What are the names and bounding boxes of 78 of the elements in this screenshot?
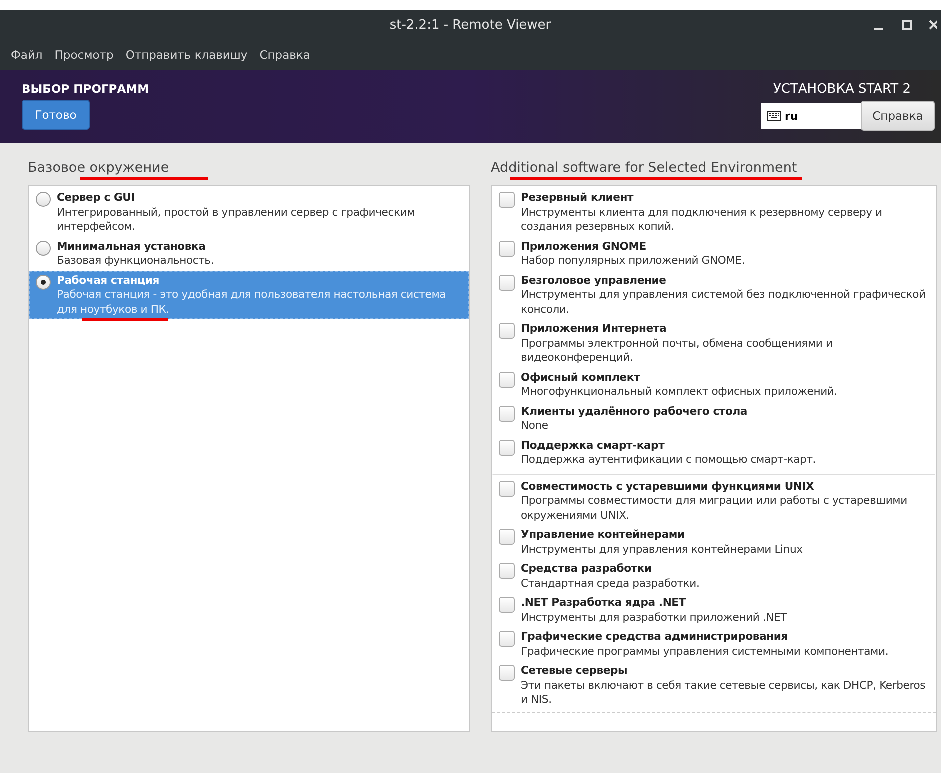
software-option[interactable]: Безголовое управление Инструменты для управления системой без подключенной графической консоли. bbox=[492, 270, 936, 319]
option-name: Приложения Интернета bbox=[521, 321, 668, 336]
checkbox[interactable] bbox=[499, 440, 515, 456]
maximize-icon[interactable] bbox=[901, 19, 913, 31]
keyboard-layout-field[interactable]: ru bbox=[761, 103, 861, 129]
option-name: Графические средства администрирования bbox=[521, 629, 789, 644]
option-description: Стандартная среда разработки. bbox=[521, 576, 700, 591]
menu-item[interactable]: Просмотр bbox=[54, 46, 115, 64]
section-heading: Базовое окружение bbox=[28, 160, 170, 176]
option-name: Офисный комплект bbox=[521, 370, 642, 385]
software-option[interactable]: Клиенты удалённого рабочего стола None bbox=[492, 402, 936, 436]
software-option[interactable]: Управление контейнерами Инструменты для управления контейнерами Linux bbox=[492, 525, 936, 559]
option-description: Инструменты для управления контейнерами Linux bbox=[521, 542, 803, 557]
radio-button[interactable] bbox=[36, 192, 51, 207]
software-option[interactable]: Поддержка смарт-карт Поддержка аутентификации с помощью смарт-карт. bbox=[492, 436, 936, 470]
software-option[interactable]: Резервный клиент Инструменты клиента для подключения к резервному серверу и создания резервных копий. bbox=[492, 188, 936, 236]
section-heading: Additional software for Selected Environment bbox=[491, 160, 798, 176]
software-option[interactable]: Офисный комплект Многофункциональный комплект офисных приложений. bbox=[492, 368, 936, 402]
option-name: Клиенты удалённого рабочего стола bbox=[521, 404, 748, 419]
option-name: .NET Разработка ядра .NET bbox=[521, 595, 688, 610]
checkbox[interactable] bbox=[499, 563, 515, 579]
option-description: Программы совместимости для миграции или работы с устаревшими окружениями UNIX. bbox=[521, 494, 908, 523]
done-button[interactable]: Готово bbox=[22, 100, 90, 130]
checkbox[interactable] bbox=[499, 529, 515, 545]
option-description: Программы электронной почты, обмена сообщениями и видеоконференций. bbox=[521, 336, 834, 366]
option-name: Приложения GNOME bbox=[521, 238, 648, 254]
keyboard-icon bbox=[767, 111, 781, 121]
option-description: Инструменты клиента для подключения к резервному серверу и создания резервных копий. bbox=[521, 206, 884, 234]
option-name: Минимальная установка bbox=[57, 238, 207, 254]
option-description: Интегрированный, простой в управлении сервер с графическим интерфейсом. bbox=[57, 206, 416, 234]
option-description: Инструменты для управления системой без подключенной графической консоли. bbox=[521, 288, 927, 317]
software-option[interactable]: Графические средства администрирования Графические программы управления системными компонентами. bbox=[492, 627, 936, 661]
option-name: Рабочая станция bbox=[57, 272, 160, 288]
checkbox[interactable] bbox=[499, 372, 515, 388]
option-name: Безголовое управление bbox=[521, 272, 668, 288]
checkbox[interactable] bbox=[499, 665, 515, 681]
checkbox[interactable] bbox=[499, 323, 515, 339]
option-name: Сетевые серверы bbox=[521, 663, 629, 678]
checkbox[interactable] bbox=[499, 631, 515, 647]
menu-item[interactable]: Отправить клавишу bbox=[124, 46, 249, 64]
option-name: Поддержка смарт-карт bbox=[521, 438, 666, 453]
option-name: Управление контейнерами bbox=[521, 527, 686, 542]
software-option[interactable]: Приложения GNOME Набор популярных приложений GNOME. bbox=[492, 236, 936, 270]
environment-option[interactable]: Минимальная установка Базовая функциональность. bbox=[29, 236, 469, 270]
option-name: Средства разработки bbox=[521, 561, 653, 576]
option-description: None bbox=[521, 419, 550, 434]
checkbox[interactable] bbox=[499, 406, 515, 422]
option-description: Графические программы управления системными компонентами. bbox=[521, 644, 889, 659]
environment-option[interactable]: Сервер с GUI Интегрированный, простой в управлении сервер с графическим интерфейсом. bbox=[29, 188, 469, 236]
help-button[interactable]: Справка bbox=[861, 101, 935, 131]
software-option[interactable]: Приложения Интернета Программы электронной почты, обмена сообщениями и видеоконференций. bbox=[492, 319, 936, 368]
window-title: st-2.2:1 - Remote Viewer bbox=[390, 18, 552, 32]
checkbox[interactable] bbox=[499, 597, 515, 613]
software-option[interactable]: Средства разработки Стандартная среда разработки. bbox=[492, 559, 936, 593]
product-title: УСТАНОВКА START 2 bbox=[773, 82, 911, 97]
checkbox[interactable] bbox=[499, 240, 515, 256]
checkbox[interactable] bbox=[499, 192, 515, 208]
radio-button[interactable] bbox=[36, 240, 51, 256]
software-option[interactable]: Совместимость с устаревшими функциями UNIX Программы совместимости для миграции или работы с устаревшими окружениями UNIX. bbox=[492, 474, 936, 525]
option-description: Инструменты для разработки приложений .NET bbox=[521, 610, 788, 625]
option-description: Многофункциональный комплект офисных приложений. bbox=[521, 385, 838, 400]
option-name: Сервер с GUI bbox=[57, 190, 136, 206]
option-description: Эти пакеты включают в себя такие сетевые сервисы, как DHCP, Kerberos и NIS. bbox=[521, 678, 927, 708]
radio-button[interactable] bbox=[36, 274, 51, 290]
software-option[interactable]: .NET Разработка ядра .NET Инструменты для разработки приложений .NET bbox=[492, 593, 936, 627]
option-description: Рабочая станция - это удобная для пользователя настольная система для ноутбуков и ПК. bbox=[57, 288, 448, 317]
menu-item[interactable]: Справка bbox=[258, 46, 312, 64]
checkbox[interactable] bbox=[499, 480, 515, 496]
close-icon[interactable] bbox=[929, 19, 937, 31]
menu-item[interactable]: Файл bbox=[10, 46, 44, 64]
page-title: ВЫБОР ПРОГРАММ bbox=[22, 82, 150, 96]
option-description: Поддержка аутентификации с помощью смарт-карт. bbox=[521, 453, 816, 468]
option-name: Резервный клиент bbox=[521, 190, 635, 206]
option-description: Набор популярных приложений GNOME. bbox=[521, 254, 746, 268]
software-option[interactable]: Сетевые серверы Эти пакеты включают в себя такие сетевые сервисы, как DHCP, Kerberos и NIS. bbox=[492, 661, 936, 710]
option-description: Базовая функциональность. bbox=[57, 254, 214, 268]
option-name: Совместимость с устаревшими функциями UNIX bbox=[521, 478, 816, 494]
checkbox[interactable] bbox=[499, 274, 515, 290]
